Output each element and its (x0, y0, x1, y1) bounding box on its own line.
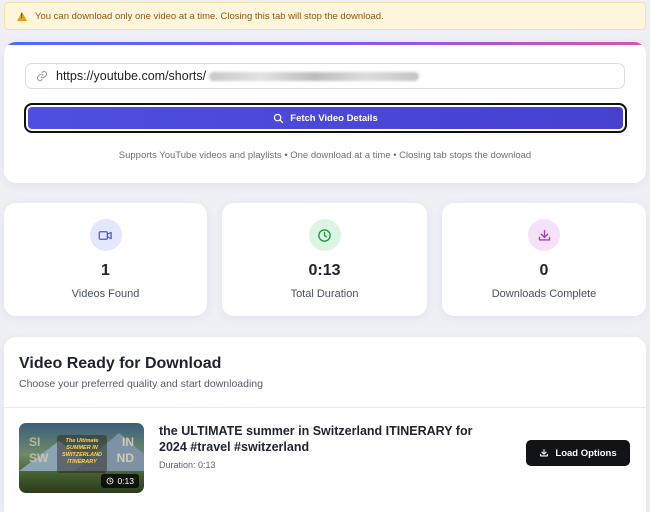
gradient-accent-bar (4, 42, 646, 45)
stat-value: 0:13 (308, 262, 341, 279)
stat-value: 1 (101, 262, 110, 279)
url-field[interactable] (25, 63, 625, 89)
stat-videos-found: 1 Videos Found (4, 203, 207, 316)
download-icon (540, 449, 549, 457)
search-icon (274, 113, 284, 123)
thumbnail-title-box: The Ultimate SUMMER IN SWITZERLAND ITINE… (57, 435, 107, 473)
stat-label: Downloads Complete (491, 288, 597, 300)
clock-icon (308, 219, 341, 251)
video-ready-card: Video Ready for Download Choose your pre… (4, 337, 646, 512)
stat-value: 0 (539, 262, 549, 279)
url-input-card: Fetch Video Details Supports YouTube vid… (4, 42, 646, 183)
load-options-button[interactable]: Load Options (526, 440, 630, 466)
section-title: Video Ready for Download (19, 355, 222, 372)
divider (4, 407, 646, 408)
fetch-button-label: Fetch Video Details (290, 112, 378, 124)
thumbnail-text: ND (116, 451, 134, 465)
stat-total-duration: 0:13 Total Duration (222, 203, 427, 316)
video-thumbnail[interactable]: SI SW IN ND The Ultimate SUMMER IN SWITZ… (19, 423, 144, 493)
link-icon (36, 70, 48, 82)
duration-badge: 0:13 (101, 474, 139, 488)
clock-icon (107, 477, 114, 485)
duration-badge-text: 0:13 (117, 476, 134, 486)
video-duration: Duration: 0:13 (159, 460, 216, 470)
warning-text: You can download only one video at a tim… (35, 10, 384, 22)
video-title: the ULTIMATE summer in Switzerland ITINE… (159, 424, 473, 454)
thumbnail-text: SW (29, 451, 49, 465)
download-warning-banner: You can download only one video at a tim… (4, 2, 646, 30)
thumbnail-text: SI (29, 435, 41, 449)
blurred-video-id (209, 71, 419, 81)
fetch-video-details-button[interactable]: Fetch Video Details (24, 103, 627, 133)
video-camera-icon (89, 219, 122, 251)
stat-label: Total Duration (290, 288, 359, 300)
stat-downloads-complete: 0 Downloads Complete (442, 203, 646, 316)
thumbnail-text: IN (122, 435, 134, 449)
url-input[interactable] (56, 69, 206, 83)
stat-label: Videos Found (71, 288, 140, 300)
section-subtitle: Choose your preferred quality and start … (19, 378, 263, 390)
load-options-label: Load Options (555, 447, 617, 459)
warning-icon (17, 11, 27, 21)
download-icon (528, 219, 560, 251)
support-text: Supports YouTube videos and playlists • … (118, 150, 532, 161)
